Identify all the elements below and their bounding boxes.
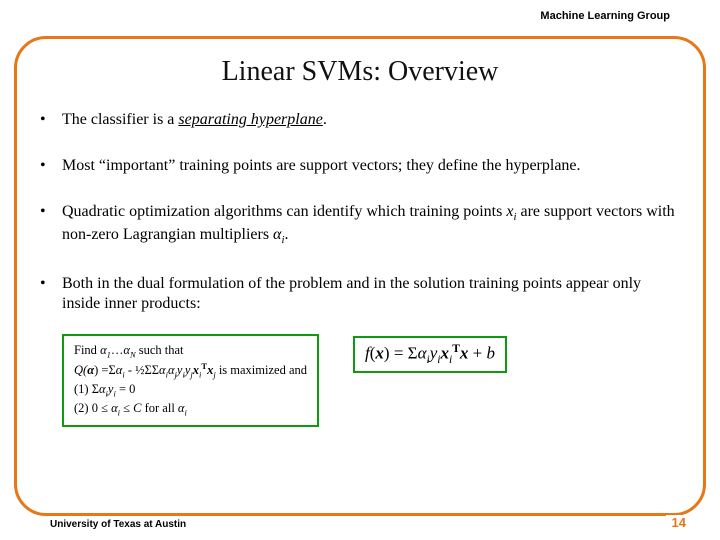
t: α [418, 343, 427, 362]
t: (2) 0 ≤ [74, 401, 111, 415]
t: b [487, 343, 496, 362]
t: ) =Σ [94, 363, 116, 377]
decision-function-box: f(x) = ΣαiyixiTx + b [353, 336, 507, 374]
slide: Machine Learning Group Linear SVMs: Over… [0, 0, 720, 540]
bullet-text: . [284, 226, 288, 243]
dual-line-4: (2) 0 ≤ αi ≤ C for all αi [74, 400, 307, 419]
bullet-item: Most “important” training points are sup… [38, 156, 682, 176]
bullet-text: Both in the dual formulation of the prob… [62, 275, 641, 312]
t: for all [141, 401, 177, 415]
bullet-text: . [323, 111, 327, 128]
dual-line-3: (1) Σαiyi = 0 [74, 381, 307, 400]
slide-content: The classifier is a separating hyperplan… [38, 110, 682, 427]
t: + [468, 343, 486, 362]
t: i [184, 407, 186, 417]
header-group-label: Machine Learning Group [534, 10, 676, 22]
bullet-text: Quadratic optimization algorithms can id… [62, 203, 506, 220]
t: = 0 [116, 382, 136, 396]
bullet-item: Quadratic optimization algorithms can id… [38, 202, 682, 248]
dual-line-1: Find α1…αN such that [74, 342, 307, 361]
bullet-item: Both in the dual formulation of the prob… [38, 274, 682, 314]
bullet-list: The classifier is a separating hyperplan… [38, 110, 682, 314]
t: - ½ΣΣ [125, 363, 159, 377]
bullet-item: The classifier is a separating hyperplan… [38, 110, 682, 130]
footer-affiliation: University of Texas at Austin [44, 519, 192, 530]
slide-title: Linear SVMs: Overview [0, 56, 720, 88]
t: x [375, 343, 384, 362]
t: T [452, 342, 460, 355]
t: … [111, 343, 124, 357]
formula-row: Find α1…αN such that Q(α) =Σαi - ½ΣΣαiαj… [62, 334, 682, 427]
bullet-emph: separating hyperplane [178, 111, 322, 128]
bullet-text: Most “important” training points are sup… [62, 157, 581, 174]
t: ≤ [120, 401, 133, 415]
t: such that [136, 343, 184, 357]
dual-line-2: Q(α) =Σαi - ½ΣΣαiαjyiyjxiTxj is maximize… [74, 361, 307, 381]
bullet-text: The classifier is a [62, 111, 178, 128]
page-number: 14 [666, 515, 692, 530]
t: is maximized and [216, 363, 307, 377]
t: Q( [74, 363, 87, 377]
t: ) = Σ [384, 343, 418, 362]
t: (1) Σ [74, 382, 99, 396]
dual-formulation-box: Find α1…αN such that Q(α) =Σαi - ½ΣΣαiαj… [62, 334, 319, 427]
t: x [440, 343, 449, 362]
t: Find [74, 343, 100, 357]
